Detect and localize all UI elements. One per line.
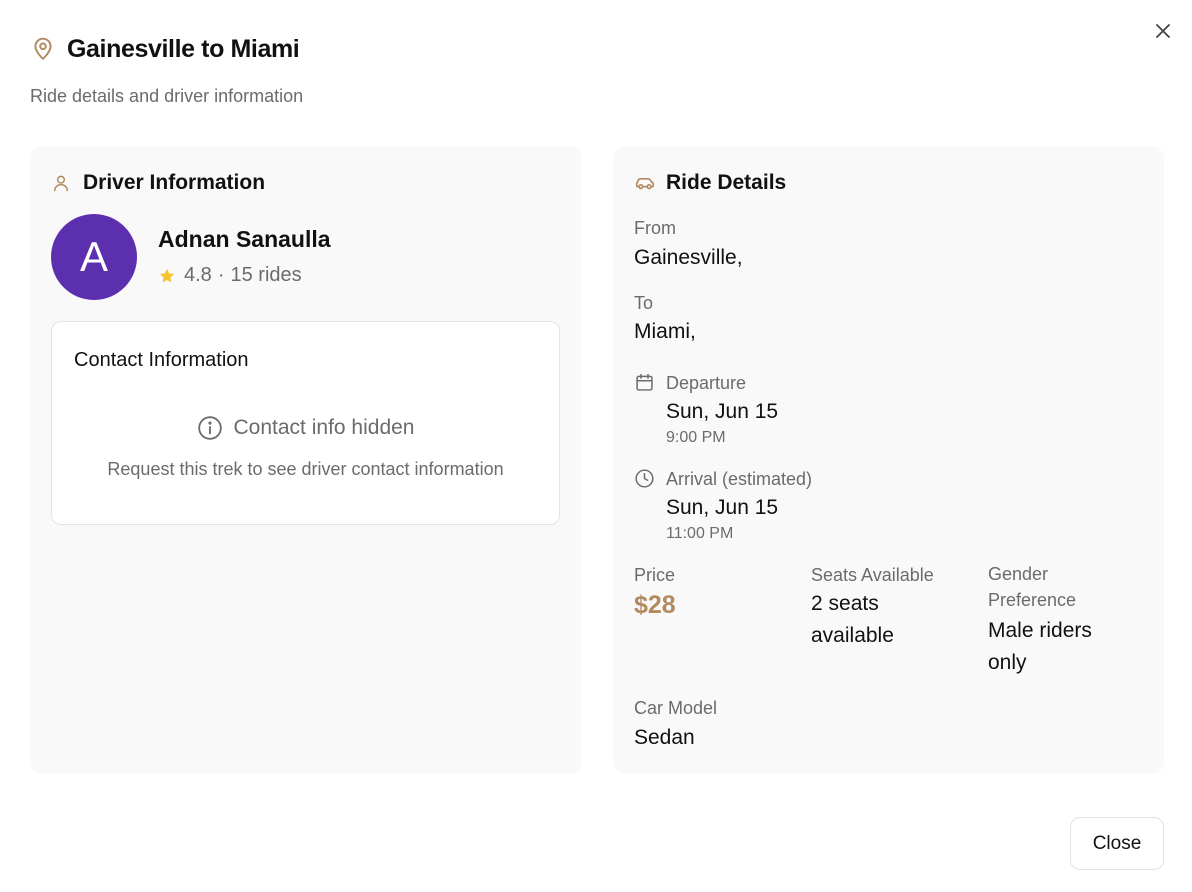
dialog-title: Gainesville to Miami [67,34,300,63]
contact-hidden-notice: Contact info hidden [52,415,559,441]
map-pin-icon [30,36,56,62]
driver-section-header: Driver Information [51,171,265,195]
info-icon [197,415,223,441]
ride-section-title: Ride Details [666,171,787,194]
seats-value: 2 seats available [811,592,894,647]
contact-hidden-label: Contact info hidden [233,416,415,439]
car-icon [634,172,656,194]
gender-label: Gender Preference [988,564,1077,610]
driver-section-title: Driver Information [83,171,266,194]
close-button[interactable]: Close [1070,817,1164,870]
dialog-subtitle: Ride details and driver information [30,86,304,106]
calendar-icon [634,371,656,393]
ride-details-card: Ride Details From Gainesville, To Miami,… [613,146,1164,774]
seats-label: Seats Available [811,565,934,585]
driver-rating: 4.8 · 15 rides [158,264,302,287]
ride-details-dialog: Gainesville to Miami Ride details and dr… [0,0,1192,892]
arrival-time: 11:00 PM [666,525,734,542]
departure-label: Departure [666,373,747,393]
driver-name: Adnan Sanaulla [158,226,331,252]
gender-value: Male riders only [988,619,1092,674]
close-icon[interactable] [1150,18,1176,44]
car-model-label: Car Model [634,698,718,718]
star-icon [158,267,176,285]
contact-information-box: Contact Information Contact info hidden … [51,321,560,525]
arrival-label: Arrival (estimated) [666,469,813,489]
rating-separator: · [217,264,225,286]
car-model-value: Sedan [634,726,695,749]
departure-time: 9:00 PM [666,429,726,446]
to-value: Miami, [634,320,696,343]
departure-date: Sun, Jun 15 [666,400,779,423]
arrival-date: Sun, Jun 15 [666,496,779,519]
driver-information-card: Driver Information A Adnan Sanaulla 4.8 … [30,146,581,774]
rides-count: 15 rides [230,264,302,286]
to-label: To [634,293,654,313]
price-value: $28 [634,591,676,619]
avatar: A [51,214,137,300]
from-value: Gainesville, [634,246,743,269]
from-label: From [634,218,676,238]
contact-hidden-description: Request this trek to see driver contact … [107,459,504,479]
user-icon [51,172,73,194]
price-label: Price [634,565,676,585]
clock-icon [634,467,656,489]
rating-value: 4.8 [184,264,212,286]
dialog-header: Gainesville to Miami Ride details and dr… [30,33,303,107]
contact-title: Contact Information [74,349,249,371]
ride-section-header: Ride Details [634,171,786,195]
avatar-initial: A [79,233,108,280]
